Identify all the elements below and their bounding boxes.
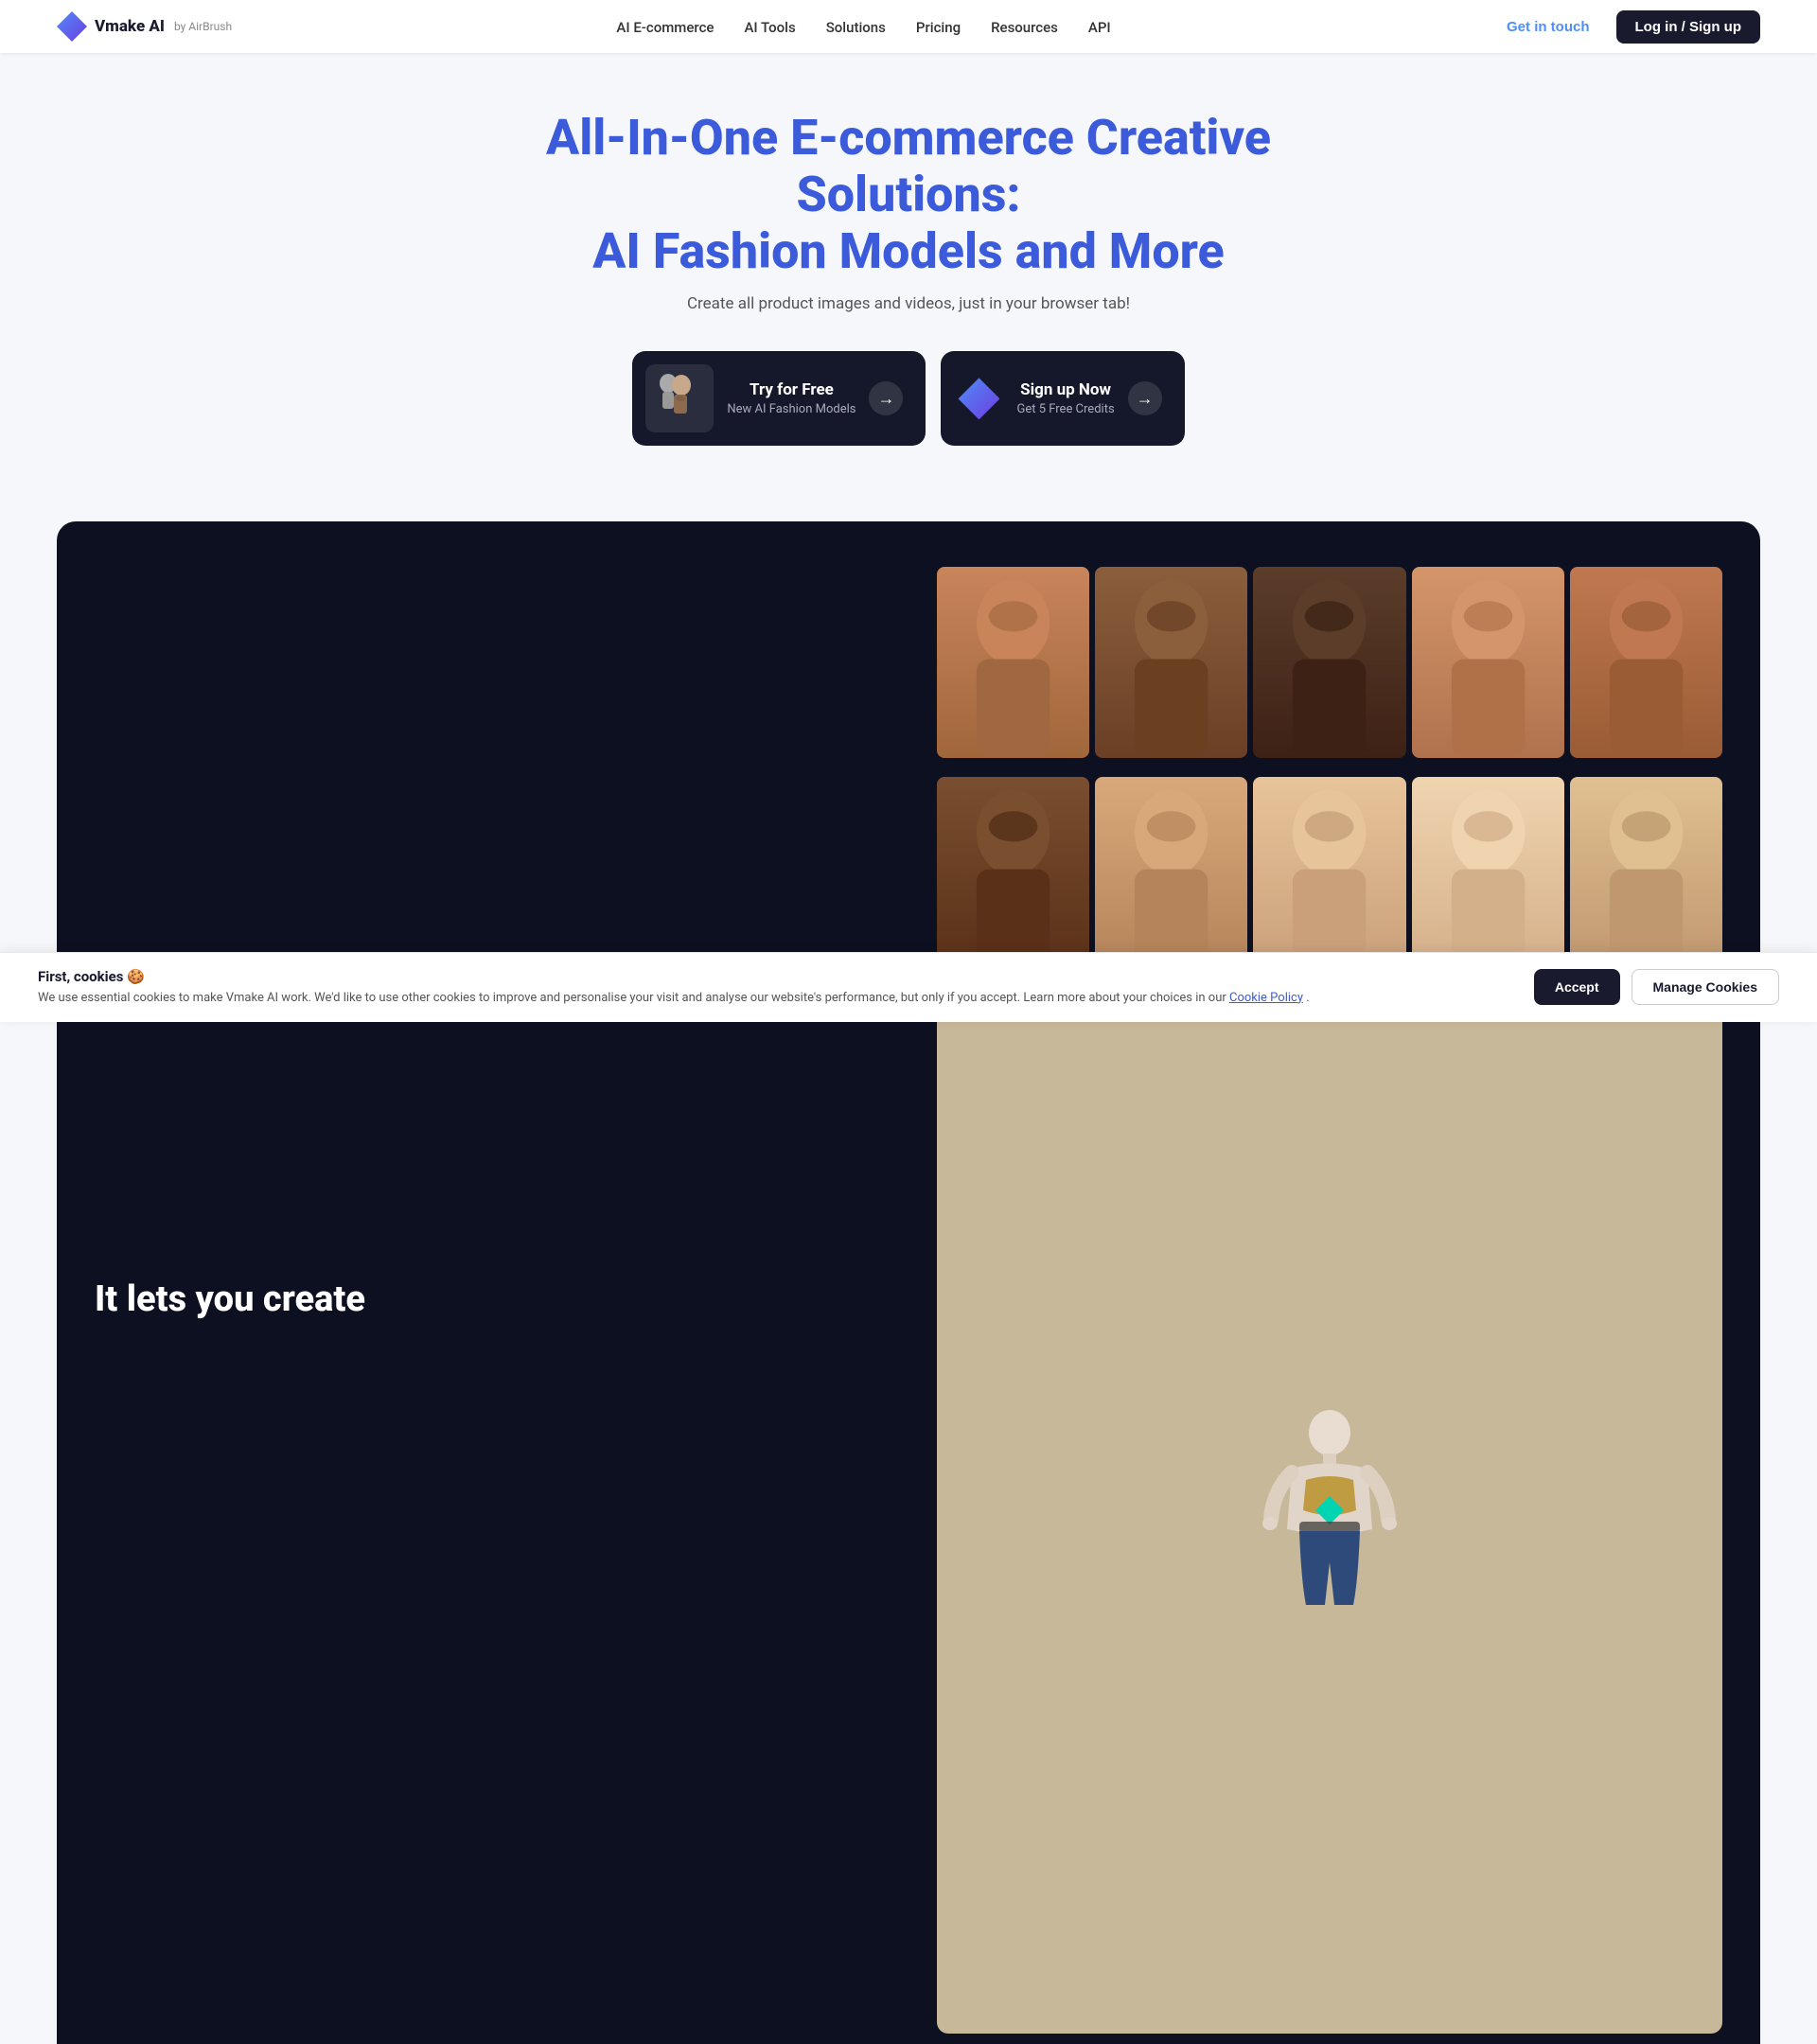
cookie-text-block: First, cookies 🍪 We use essential cookie… (38, 968, 1515, 1008)
try-free-image (645, 364, 714, 432)
model-thumb-6[interactable] (937, 777, 1089, 967)
model-thumb-7[interactable] (1095, 777, 1247, 968)
mannequin-preview (937, 986, 1722, 2034)
cookie-actions: Accept Manage Cookies (1534, 969, 1779, 1005)
cookie-body-end: . (1306, 991, 1309, 1005)
model-thumb-8[interactable] (1253, 777, 1405, 968)
fashion-model-icon (647, 366, 712, 431)
cookie-banner: First, cookies 🍪 We use essential cookie… (0, 952, 1817, 1023)
try-free-arrow: → (869, 381, 903, 415)
get-in-touch-button[interactable]: Get in touch (1495, 13, 1601, 41)
try-free-card[interactable]: Try for Free New AI Fashion Models → (632, 351, 926, 446)
login-signup-button[interactable]: Log in / Sign up (1616, 10, 1760, 44)
cookie-body: We use essential cookies to make Vmake A… (38, 989, 1515, 1008)
nav-api[interactable]: API (1088, 19, 1111, 36)
model-thumb-9[interactable] (1412, 777, 1564, 968)
logo-icon (57, 11, 87, 42)
try-free-title: Try for Free (727, 380, 856, 399)
demo-right (937, 567, 1722, 2034)
signup-arrow: → (1128, 381, 1162, 415)
cookie-body-text: We use essential cookies to make Vmake A… (38, 991, 1226, 1005)
model-grid-row1 (937, 567, 1722, 758)
hero-subtitle: Create all product images and videos, ju… (19, 294, 1798, 313)
model-thumb-1[interactable] (937, 567, 1089, 757)
cookie-policy-link[interactable]: Cookie Policy (1229, 991, 1303, 1005)
vmake-logo-icon (958, 378, 999, 419)
nav-links: AI E-commerce AI Tools Solutions Pricing… (616, 18, 1110, 36)
brand-name: Vmake AI (95, 17, 165, 36)
nav-resources[interactable]: Resources (991, 19, 1058, 36)
signup-card[interactable]: Sign up Now Get 5 Free Credits → (941, 351, 1184, 446)
nav-pricing[interactable]: Pricing (916, 19, 961, 36)
navbar: Vmake AI by AirBrush AI E-commerce AI To… (0, 0, 1817, 53)
demo-tagline: It lets you create (95, 1278, 880, 1322)
nav-ai-ecommerce[interactable]: AI E-commerce (616, 19, 714, 36)
try-free-text: Try for Free New AI Fashion Models (727, 380, 856, 416)
mannequin-svg (937, 1406, 1722, 1614)
manage-cookies-button[interactable]: Manage Cookies (1632, 969, 1779, 1005)
try-free-sub: New AI Fashion Models (727, 402, 856, 416)
demo-left: It lets you create (95, 1278, 880, 1322)
brand-logo[interactable]: Vmake AI by AirBrush (57, 11, 232, 42)
signup-text: Sign up Now Get 5 Free Credits (1016, 380, 1114, 416)
model-grid-row2 (937, 777, 1722, 968)
accept-cookies-button[interactable]: Accept (1534, 969, 1620, 1005)
brand-sub: by AirBrush (174, 20, 232, 33)
model-thumb-3[interactable] (1253, 567, 1405, 758)
signup-title: Sign up Now (1016, 380, 1114, 399)
model-thumb-2[interactable] (1095, 567, 1247, 758)
model-thumb-4[interactable] (1412, 567, 1564, 758)
nav-actions: Get in touch Log in / Sign up (1495, 10, 1760, 44)
nav-ai-tools[interactable]: AI Tools (744, 19, 795, 36)
model-thumb-10[interactable] (1570, 777, 1722, 967)
model-thumb-5[interactable] (1570, 567, 1722, 757)
nav-solutions[interactable]: Solutions (826, 19, 886, 36)
signup-sub: Get 5 Free Credits (1016, 402, 1114, 416)
demo-section: It lets you create (57, 521, 1760, 2044)
hero-title: All-In-One E-commerce Creative Solutions… (502, 110, 1315, 279)
hero-section: All-In-One E-commerce Creative Solutions… (0, 53, 1817, 521)
cookie-title: First, cookies 🍪 (38, 968, 1515, 985)
cta-row: Try for Free New AI Fashion Models → Sig… (19, 351, 1798, 446)
signup-image (954, 374, 1003, 423)
